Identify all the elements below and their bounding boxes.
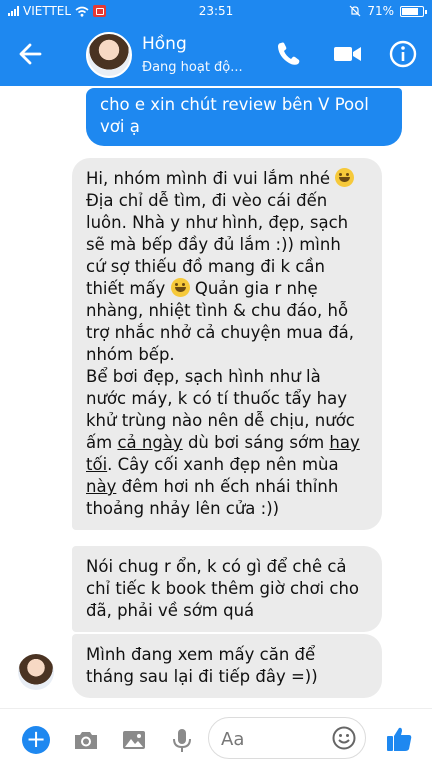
message-line: nhóm bếp. bbox=[86, 345, 175, 364]
message-line: cho e xin chút review bên V Pool bbox=[100, 95, 369, 114]
microphone-icon[interactable] bbox=[168, 726, 196, 754]
message-line: Địa chỉ dễ tìm, đi vèo cái đến bbox=[86, 191, 328, 210]
message-line: nước máy, k có tí thuốc tẩy hay bbox=[86, 389, 347, 408]
message-line: thoảng nhảy lên cửa :)) bbox=[86, 499, 280, 518]
message-line: cả ngày bbox=[117, 433, 183, 452]
video-camera-icon[interactable] bbox=[330, 38, 364, 70]
message-line: vơi ạ bbox=[100, 117, 140, 136]
message-line: chỉ tiếc k book thêm giờ chơi cho bbox=[86, 579, 360, 598]
message-line: . Cây cối xanh đẹp nên mùa bbox=[107, 455, 339, 474]
message-line: này bbox=[86, 477, 117, 496]
message-line: Hi, nhóm mình đi vui lắm nhé bbox=[86, 169, 331, 188]
grinning-emoji-icon bbox=[335, 168, 355, 187]
battery-icon bbox=[400, 5, 427, 17]
image-icon[interactable] bbox=[120, 726, 148, 754]
message-line: đêm hơi nh ếch nhái thỉnh bbox=[121, 477, 339, 496]
message-composer: + bbox=[0, 708, 432, 768]
message-line: thiết mấy bbox=[86, 279, 166, 298]
message-input-wrapper bbox=[208, 717, 366, 759]
message-line: tối bbox=[86, 455, 108, 474]
camera-icon[interactable] bbox=[72, 726, 100, 754]
message-line: Mình đang xem mấy căn để bbox=[86, 645, 316, 664]
message-line: đã, phải về sớm quá bbox=[86, 601, 255, 620]
message-line: Nói chug r ổn, k có gì để chê cả bbox=[86, 557, 347, 576]
incoming-message[interactable]: Mình đang xem mấy căn để tháng sau lại đ… bbox=[72, 634, 382, 698]
silent-bell-icon bbox=[349, 5, 361, 17]
phone-icon[interactable] bbox=[272, 38, 306, 70]
message-line: hay bbox=[329, 433, 360, 452]
message-line: dù bơi sáng sớm bbox=[187, 433, 325, 452]
conversation-header: Hồng Đang hoạt độ... bbox=[0, 22, 432, 86]
message-line: sẽ mà bếp đầy đủ lắm :)) mình bbox=[86, 235, 341, 254]
status-bar: VIETTEL 23:51 71% bbox=[0, 0, 432, 22]
message-line: cứ sợ thiếu đồ mang đi k cần bbox=[86, 257, 325, 276]
message-line: Quản gia r nhẹ bbox=[194, 279, 318, 298]
message-line: tháng sau lại đi tiếp đây =)) bbox=[86, 667, 318, 686]
message-line: nhàng, nhiệt tình & chu đáo, hỗ bbox=[86, 301, 349, 320]
battery-percent: 71% bbox=[367, 4, 394, 18]
message-line: Bể bơi đẹp, sạch hình như là bbox=[86, 367, 321, 386]
info-icon[interactable] bbox=[386, 38, 420, 70]
incoming-message[interactable]: Nói chug r ổn, k có gì để chê cả chỉ tiế… bbox=[72, 546, 382, 632]
incoming-message[interactable]: Hi, nhóm mình đi vui lắm nhé Địa chỉ dễ … bbox=[72, 158, 382, 530]
message-line: khử trùng nào nên dễ chịu, nước bbox=[86, 411, 355, 430]
grinning-emoji-icon bbox=[170, 278, 190, 297]
sender-avatar[interactable] bbox=[18, 654, 54, 690]
contact-avatar[interactable] bbox=[86, 32, 132, 78]
smiley-icon[interactable] bbox=[331, 725, 357, 751]
contact-active-status: Đang hoạt độ... bbox=[142, 60, 243, 75]
outgoing-message[interactable]: cho e xin chút review bên V Pool vơi ạ bbox=[86, 88, 402, 146]
message-line: ấm bbox=[86, 433, 113, 452]
message-thread[interactable]: cho e xin chút review bên V Pool vơi ạ H… bbox=[0, 86, 432, 708]
message-line: trợ nhắc nhở cả chuyện mua đá, bbox=[86, 323, 354, 342]
status-right: 71% bbox=[349, 4, 427, 18]
plus-icon[interactable]: + bbox=[22, 726, 50, 754]
contact-name[interactable]: Hồng bbox=[142, 34, 187, 54]
message-line: luôn. Nhà y như hình, đẹp, sạch bbox=[86, 213, 349, 232]
message-input[interactable] bbox=[221, 726, 321, 752]
thumbs-up-icon[interactable] bbox=[384, 724, 414, 754]
back-arrow-icon[interactable] bbox=[16, 39, 48, 69]
